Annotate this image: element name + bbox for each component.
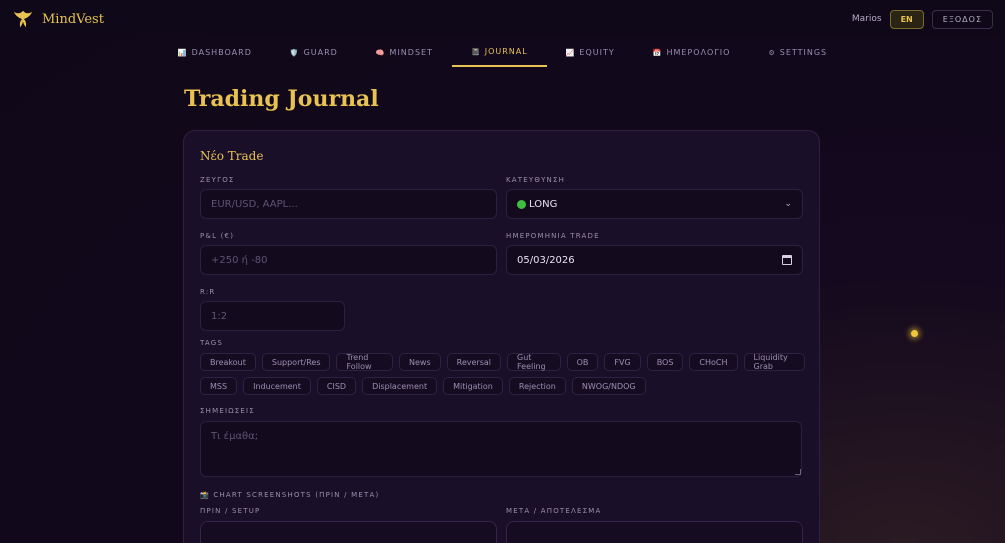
user-name: Marios	[851, 14, 882, 24]
phoenix-logo-icon	[13, 10, 33, 28]
main-nav: 📊 DASHBOARD 🛡️ GUARD 🧠 MINDSET 📓 JOURNAL…	[0, 38, 1005, 67]
after-label: ΜΕΤΑ / ΑΠΟΤΕΛΕΣΜΑ	[506, 507, 602, 515]
tag-chip[interactable]: Rejection	[508, 377, 566, 395]
tag-chip[interactable]: Support/Res	[261, 353, 331, 371]
screenshots-label: 📸 CHART SCREENSHOTS (ΠΡΙΝ / ΜΕΤΑ)	[200, 491, 379, 499]
green-circle-icon	[517, 199, 526, 209]
tag-chip[interactable]: OB	[566, 353, 599, 371]
gear-icon: ⚙	[768, 48, 776, 57]
tag-chip[interactable]: Mitigation	[443, 377, 503, 395]
trend-up-icon: 📈	[565, 48, 576, 57]
tag-chip[interactable]: CISD	[316, 377, 357, 395]
screenshots-label-text: CHART SCREENSHOTS (ΠΡΙΝ / ΜΕΤΑ)	[213, 491, 380, 499]
direction-value: LONG	[529, 198, 558, 210]
tab-label: DASHBOARD	[191, 48, 252, 57]
before-label: ΠΡΙΝ / SETUP	[200, 507, 261, 515]
calendar-icon[interactable]	[782, 255, 792, 265]
notebook-icon: 📓	[470, 47, 481, 56]
rr-input[interactable]	[200, 301, 345, 331]
pair-input[interactable]	[200, 189, 497, 219]
tab-dashboard[interactable]: 📊 DASHBOARD	[159, 38, 271, 67]
tag-chip[interactable]: News	[399, 353, 441, 371]
pnl-label: P&L (€)	[200, 232, 235, 240]
chevron-down-icon: ⌄	[784, 199, 792, 209]
language-button[interactable]: EN	[889, 9, 924, 29]
card-title: Νέο Trade	[200, 149, 264, 163]
rr-label: R:R	[200, 288, 216, 296]
pnl-input[interactable]	[200, 245, 497, 275]
tab-settings[interactable]: ⚙ SETTINGS	[749, 38, 846, 67]
tag-chip[interactable]: Reversal	[446, 353, 501, 371]
before-screenshot-dropzone[interactable]	[200, 521, 497, 543]
app-name: MindVest	[42, 11, 104, 27]
tag-chip[interactable]: Displacement	[362, 377, 438, 395]
date-value: 05/03/2026	[517, 254, 575, 266]
after-screenshot-dropzone[interactable]	[506, 521, 803, 543]
brain-icon: 🧠	[375, 48, 386, 57]
pair-label: ΖΕΥΓΟΣ	[200, 176, 235, 184]
tab-label: JOURNAL	[484, 47, 528, 56]
tab-equity[interactable]: 📈 EQUITY	[547, 38, 634, 67]
page-title: Trading Journal	[184, 86, 379, 112]
tag-chip[interactable]: Breakout	[200, 353, 256, 371]
shield-icon: 🛡️	[289, 48, 300, 57]
tag-chip[interactable]: NWOG/NDOG	[571, 377, 646, 395]
brand[interactable]: MindVest	[12, 8, 104, 30]
tab-guard[interactable]: 🛡️ GUARD	[271, 38, 357, 67]
direction-select[interactable]: LONG ⌄	[506, 189, 803, 219]
tag-chip[interactable]: CHoCH	[689, 353, 738, 371]
tag-chip[interactable]: BOS	[646, 353, 684, 371]
logout-button[interactable]: ΕΞΟΔΟΣ	[931, 9, 993, 29]
direction-label: ΚΑΤΕΥΘΥΝΣΗ	[506, 176, 566, 184]
tab-journal[interactable]: 📓 JOURNAL	[451, 38, 547, 67]
tag-chip[interactable]: Gut Feeling	[507, 353, 561, 371]
tag-chip[interactable]: Trend Follow	[336, 353, 394, 371]
tag-chip[interactable]: MSS	[200, 377, 238, 395]
tags-list: Breakout Support/Res Trend Follow News R…	[200, 353, 805, 401]
date-input[interactable]: 05/03/2026	[506, 245, 803, 275]
new-trade-card: Νέο Trade ΖΕΥΓΟΣ ΚΑΤΕΥΘΥΝΣΗ LONG ⌄ P&L (…	[183, 130, 820, 543]
notes-label: ΣΗΜΕΙΩΣΕΙΣ	[200, 407, 255, 415]
date-label: ΗΜΕΡΟΜΗΝΙΑ TRADE	[506, 232, 600, 240]
tag-chip[interactable]: FVG	[604, 353, 641, 371]
camera-icon: 📸	[200, 491, 210, 499]
tab-label: MINDSET	[389, 48, 433, 57]
resize-handle[interactable]	[795, 469, 801, 475]
tag-chip[interactable]: Liquidity Grab	[743, 353, 805, 371]
tab-label: EQUITY	[579, 48, 615, 57]
notes-textarea[interactable]	[200, 421, 802, 477]
tag-chip[interactable]: Inducement	[243, 377, 311, 395]
tab-mindset[interactable]: 🧠 MINDSET	[357, 38, 452, 67]
tags-label: TAGS	[200, 339, 224, 347]
calendar-icon: 📅	[652, 48, 663, 57]
tab-label: ΗΜΕΡΟΛΟΓΙΟ	[666, 48, 731, 57]
chart-icon: 📊	[177, 48, 188, 57]
tab-label: SETTINGS	[779, 48, 828, 57]
tab-calendar[interactable]: 📅 ΗΜΕΡΟΛΟΓΙΟ	[634, 38, 750, 67]
tab-label: GUARD	[303, 48, 338, 57]
top-bar: MindVest Marios EN ΕΞΟΔΟΣ	[0, 0, 1005, 38]
glow-dot	[911, 330, 918, 337]
